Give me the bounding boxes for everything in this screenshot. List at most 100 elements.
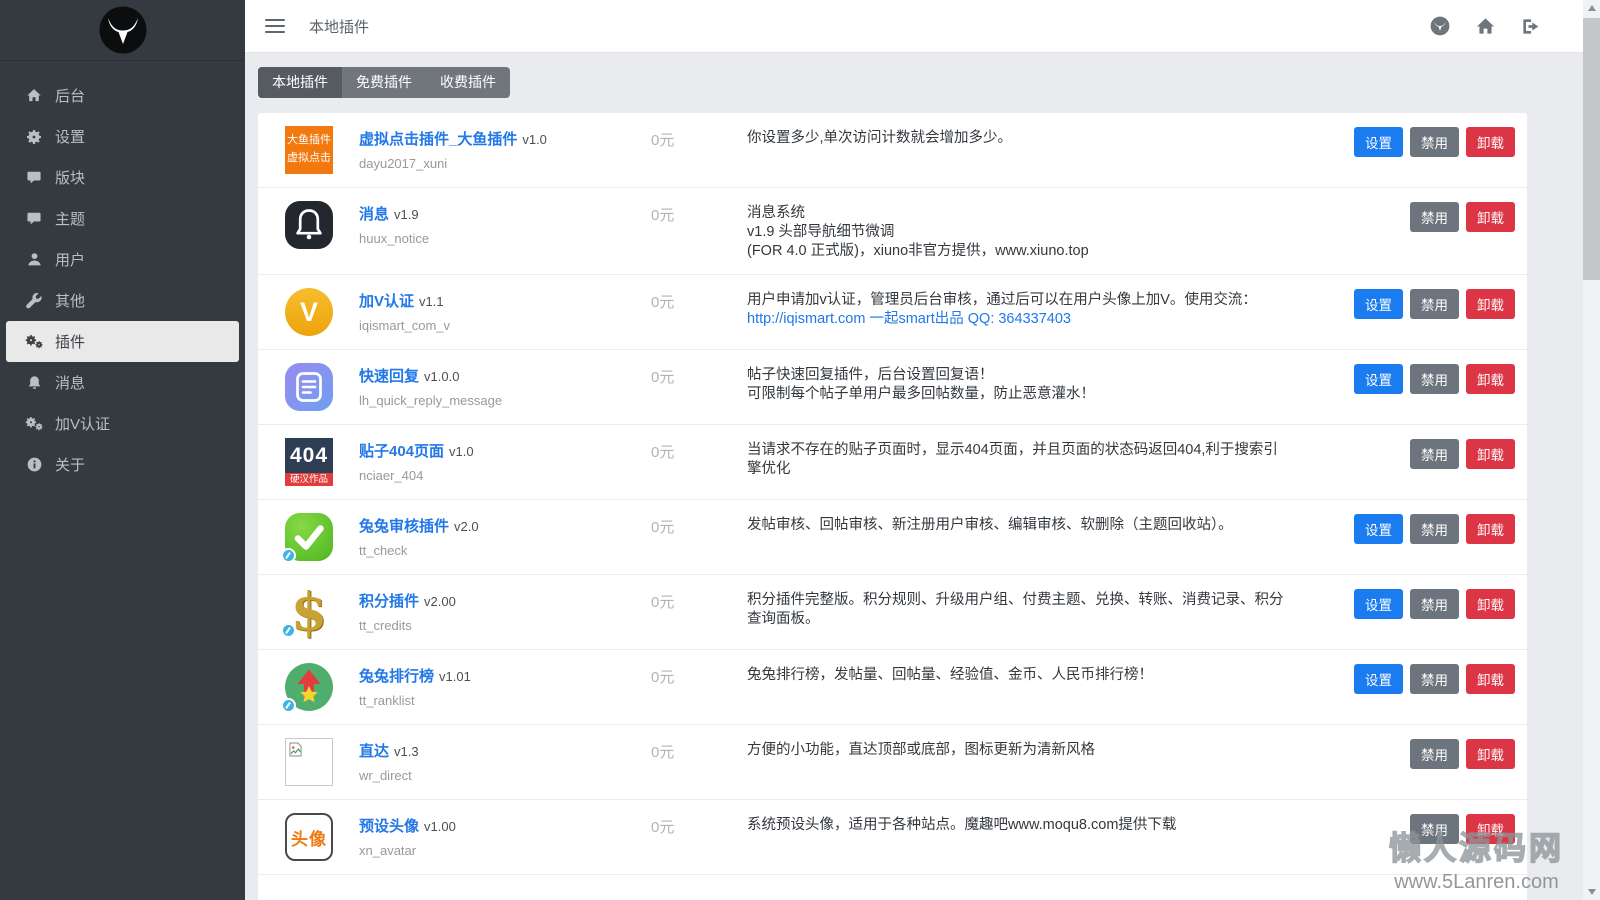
plugin-price: 0元: [651, 288, 747, 312]
plugin-desc-line: 用户申请加v认证，管理员后台审核，通过后可以在用户头像上加V。使用交流：: [747, 291, 1292, 310]
plugin-desc-line: v1.9 头部导航细节微调: [747, 223, 1292, 242]
settings-button[interactable]: 设置: [1354, 364, 1403, 394]
plugin-price: 0元: [651, 813, 747, 837]
plugin-id: tt_ranklist: [359, 693, 651, 708]
sidebar-item-label: 用户: [55, 249, 85, 270]
scroll-down-arrow-icon[interactable]: [1583, 884, 1600, 900]
xiuno-home-icon[interactable]: [1430, 16, 1450, 36]
uninstall-button[interactable]: 卸载: [1466, 814, 1515, 844]
plugin-row-tt_check: 兔兔审核插件v2.0tt_check0元发帖审核、回帖审核、新注册用户审核、编辑…: [258, 500, 1527, 575]
plugin-head: 快速回复v1.0.0lh_quick_reply_message: [359, 363, 651, 408]
plugin-desc-line: 帖子快速回复插件，后台设置回复语！: [747, 366, 1292, 385]
plugin-description: 方便的小功能，直达顶部或底部，图标更新为清新风格: [747, 738, 1292, 760]
disable-button[interactable]: 禁用: [1410, 514, 1459, 544]
plugin-desc-link[interactable]: http://iqismart.com 一起smart出品 QQ: 364337…: [747, 310, 1292, 329]
plugin-version: v1.01: [439, 669, 471, 684]
disable-button[interactable]: 禁用: [1410, 439, 1459, 469]
disable-button[interactable]: 禁用: [1410, 589, 1459, 619]
sidebar-item-verify[interactable]: 加V认证: [0, 403, 245, 444]
disable-button[interactable]: 禁用: [1410, 202, 1459, 232]
settings-button[interactable]: 设置: [1354, 664, 1403, 694]
settings-button[interactable]: 设置: [1354, 589, 1403, 619]
plugin-name-link[interactable]: 直达: [359, 743, 389, 760]
tab-paid-plugins[interactable]: 收费插件: [426, 67, 510, 98]
plugin-name-link[interactable]: 消息: [359, 206, 389, 223]
plugin-actions: 设置禁用卸载: [1354, 663, 1515, 694]
sidebar-item-label: 关于: [55, 454, 85, 475]
plugin-name-link[interactable]: 兔兔排行榜: [359, 668, 434, 685]
disable-button[interactable]: 禁用: [1410, 289, 1459, 319]
uninstall-button[interactable]: 卸载: [1466, 514, 1515, 544]
uninstall-button[interactable]: 卸载: [1466, 439, 1515, 469]
menu-toggle-icon[interactable]: [265, 19, 285, 33]
sidebar-item-about[interactable]: 关于: [0, 444, 245, 485]
sidebar-item-settings[interactable]: 设置: [0, 116, 245, 157]
plugin-row-dayu2017_xuni: 大鱼插件虚拟点击虚拟点击插件_大鱼插件v1.0dayu2017_xuni0元你设…: [258, 113, 1527, 188]
sidebar-item-themes[interactable]: 主题: [0, 198, 245, 239]
uninstall-button[interactable]: 卸载: [1466, 202, 1515, 232]
sidebar-item-backend[interactable]: 后台: [0, 75, 245, 116]
plugin-desc-line: 方便的小功能，直达顶部或底部，图标更新为清新风格: [747, 741, 1292, 760]
uninstall-button[interactable]: 卸载: [1466, 664, 1515, 694]
plugin-head: 虚拟点击插件_大鱼插件v1.0dayu2017_xuni: [359, 126, 651, 171]
sidebar-item-plugins[interactable]: 插件: [6, 321, 239, 362]
plugin-row-tt_ranklist: 兔兔排行榜v1.01tt_ranklist0元兔兔排行榜，发帖量、回帖量、经验值…: [258, 650, 1527, 725]
avatar-preset-icon: 头像: [285, 813, 333, 861]
disable-button[interactable]: 禁用: [1410, 739, 1459, 769]
settings-button[interactable]: 设置: [1354, 514, 1403, 544]
sidebar-item-forums[interactable]: 版块: [0, 157, 245, 198]
edit-badge-icon: [281, 623, 296, 638]
disable-button[interactable]: 禁用: [1410, 127, 1459, 157]
settings-button[interactable]: 设置: [1354, 289, 1403, 319]
sidebar-item-label: 加V认证: [55, 413, 110, 434]
plugin-version: v1.9: [394, 207, 419, 222]
tab-free-plugins[interactable]: 免费插件: [342, 67, 426, 98]
disable-button[interactable]: 禁用: [1410, 664, 1459, 694]
uninstall-button[interactable]: 卸载: [1466, 364, 1515, 394]
edit-badge-icon: [281, 698, 296, 713]
wrench-icon: [24, 293, 44, 309]
sidebar-item-label: 设置: [55, 126, 85, 147]
plugin-version: v1.0: [449, 444, 474, 459]
plugin-name-link[interactable]: 预设头像: [359, 818, 419, 835]
plugin-version: v1.00: [424, 819, 456, 834]
plugin-name-link[interactable]: 贴子404页面: [359, 443, 444, 460]
plugin-price: 0元: [651, 438, 747, 462]
plugin-head: 兔兔审核插件v2.0tt_check: [359, 513, 651, 558]
sign-out-icon[interactable]: [1520, 16, 1540, 36]
sidebar: 后台设置版块主题用户其他插件消息加V认证关于: [0, 0, 245, 900]
plugin-description: 兔兔排行榜，发帖量、回帖量、经验值、金币、人民币排行榜！: [747, 663, 1292, 685]
dayu-plugin-icon: 大鱼插件虚拟点击: [285, 126, 333, 174]
plugin-name-link[interactable]: 快速回复: [359, 368, 419, 385]
plugin-price: 0元: [651, 126, 747, 150]
plugin-description: 你设置多少,单次访问计数就会增加多少。: [747, 126, 1292, 148]
plugin-description: 消息系统v1.9 头部导航细节微调(FOR 4.0 正式版)，xiuno非官方提…: [747, 201, 1292, 261]
uninstall-button[interactable]: 卸载: [1466, 589, 1515, 619]
home-icon[interactable]: [1475, 16, 1495, 36]
plugin-name-link[interactable]: 虚拟点击插件_大鱼插件: [359, 131, 517, 148]
tab-local-plugins[interactable]: 本地插件: [258, 67, 342, 98]
v-verify-icon: V: [285, 288, 333, 336]
uninstall-button[interactable]: 卸载: [1466, 127, 1515, 157]
uninstall-button[interactable]: 卸载: [1466, 739, 1515, 769]
scrollbar-thumb[interactable]: [1583, 18, 1600, 280]
disable-button[interactable]: 禁用: [1410, 364, 1459, 394]
plugin-head: 贴子404页面v1.0nciaer_404: [359, 438, 651, 483]
vertical-scrollbar[interactable]: [1583, 0, 1600, 900]
plugin-name-link[interactable]: 加V认证: [359, 293, 414, 310]
sidebar-item-users[interactable]: 用户: [0, 239, 245, 280]
scroll-up-arrow-icon[interactable]: [1583, 0, 1600, 16]
disable-button[interactable]: 禁用: [1410, 814, 1459, 844]
sidebar-item-messages[interactable]: 消息: [0, 362, 245, 403]
plugin-id: dayu2017_xuni: [359, 156, 651, 171]
settings-button[interactable]: 设置: [1354, 127, 1403, 157]
plugin-description: 发帖审核、回帖审核、新注册用户审核、编辑审核、软删除（主题回收站）。: [747, 513, 1292, 535]
admin-plugins-page: 后台设置版块主题用户其他插件消息加V认证关于 本地插件: [0, 0, 1600, 900]
uninstall-button[interactable]: 卸载: [1466, 289, 1515, 319]
plugin-head: 兔兔排行榜 v1.01 tt_ranklist: [359, 663, 651, 708]
plugin-name-link[interactable]: 积分插件: [359, 593, 419, 610]
ranklist-icon: [285, 663, 333, 711]
plugin-desc-line: 消息系统: [747, 204, 1292, 223]
sidebar-item-other[interactable]: 其他: [0, 280, 245, 321]
plugin-name-link[interactable]: 兔兔审核插件: [359, 518, 449, 535]
